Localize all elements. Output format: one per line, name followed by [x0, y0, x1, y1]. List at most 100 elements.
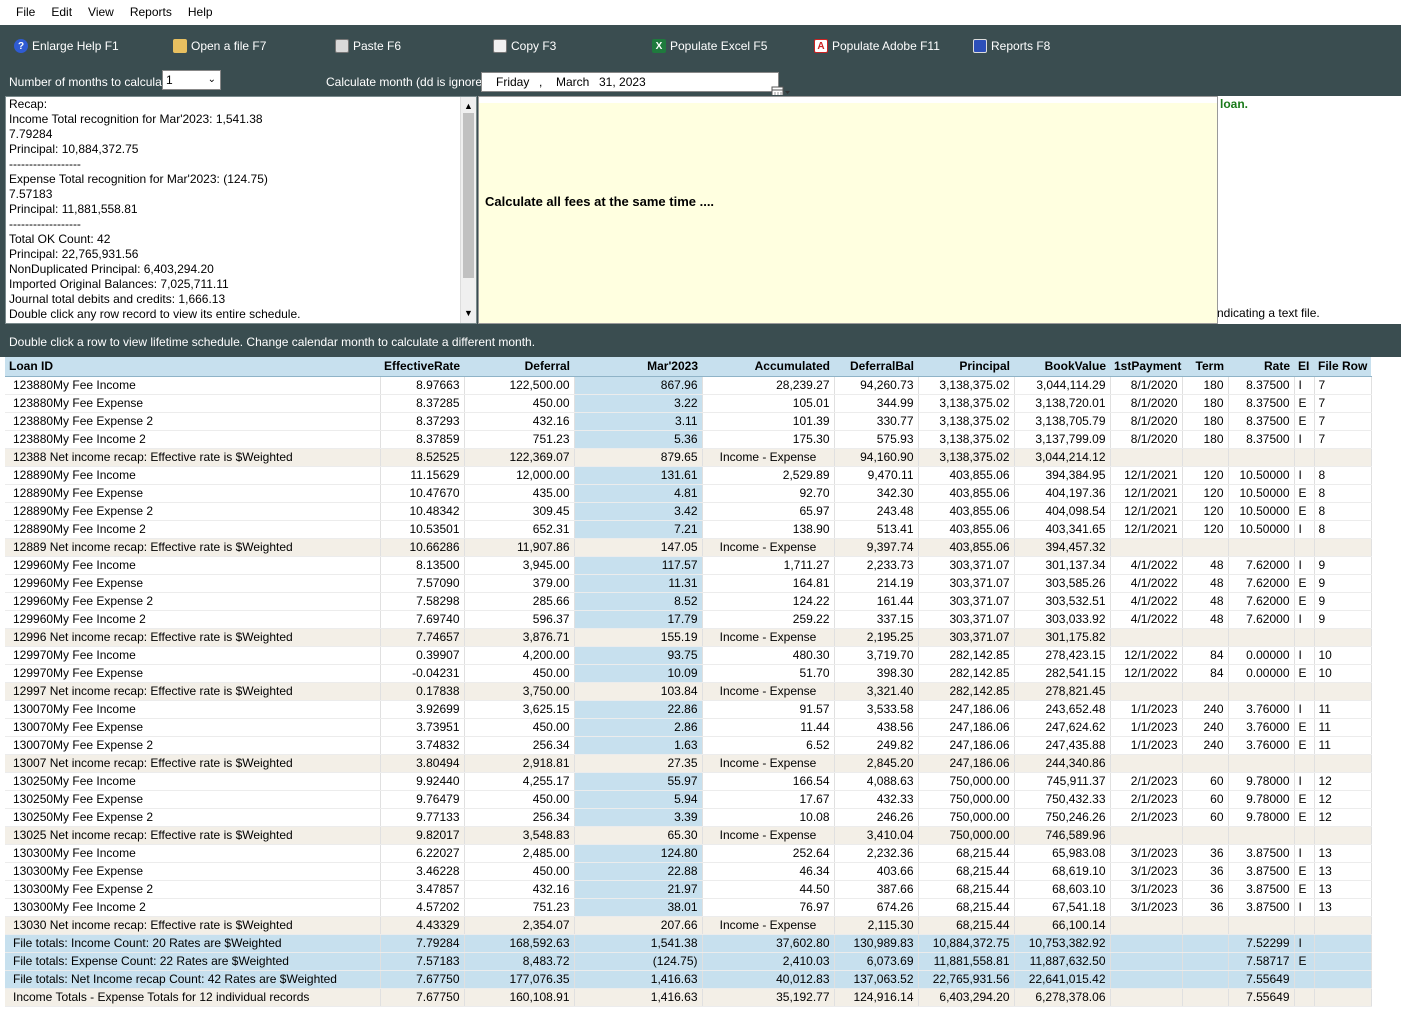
table-cell: 398.30	[834, 664, 919, 683]
table-row[interactable]: 128890My Fee Income 2 10.53501 652.31 7.21 1…	[5, 520, 1372, 539]
table-cell: E	[1294, 880, 1315, 899]
table-row[interactable]: 128890My Fee Expense 2 10.48342 309.45 3.42…	[5, 502, 1372, 521]
col-deferral-header[interactable]: Deferral	[464, 357, 574, 377]
table-row[interactable]: 128890My Fee Income 11.15629 12,000.00 131.…	[5, 466, 1372, 485]
col-deferral-bal-header[interactable]: DeferralBal	[834, 357, 918, 377]
recap-scrollbar[interactable]: ▲ ▼	[460, 97, 476, 323]
table-row[interactable]: 130300My Fee Income 2 4.57202 751.23 38.01 7…	[5, 898, 1372, 917]
table-cell: 2,845.20	[834, 754, 919, 773]
net-recap-row[interactable]: 12997 Net income recap: Effective rate i…	[5, 682, 1372, 701]
net-recap-row[interactable]: 12996 Net income recap: Effective rate i…	[5, 628, 1372, 647]
totals-row[interactable]: File totals: Expense Count: 22 Rates are…	[5, 952, 1372, 971]
col-term-header[interactable]: Term	[1182, 357, 1228, 377]
table-row[interactable]: 130070My Fee Expense 3.73951 450.00 2.86 11.…	[5, 718, 1372, 737]
table-cell: I	[1294, 772, 1315, 791]
populate-adobe-button[interactable]: A Populate Adobe F11	[814, 37, 940, 55]
enlarge-help-button[interactable]: ? Enlarge Help F1	[14, 37, 119, 55]
table-cell: 9	[1314, 556, 1372, 575]
calc-month-datepicker[interactable]: Friday , March 31, 2023	[481, 72, 790, 99]
table-cell: 9	[1314, 592, 1372, 611]
scroll-thumb[interactable]	[463, 113, 474, 278]
net-recap-row[interactable]: 13030 Net income recap: Effective rate i…	[5, 916, 1372, 935]
menu-help[interactable]: Help	[180, 0, 221, 25]
table-row[interactable]: 130300My Fee Expense 3.46228 450.00 22.88 46…	[5, 862, 1372, 881]
table-row[interactable]: 130070My Fee Expense 2 3.74832 256.34 1.63 6…	[5, 736, 1372, 755]
table-row[interactable]: 129960My Fee Income 8.13500 3,945.00 117.57…	[5, 556, 1372, 575]
col-effective-rate-header[interactable]: EffectiveRate	[380, 357, 464, 377]
table-row[interactable]: 130250My Fee Expense 9.76479 450.00 5.94 17.…	[5, 790, 1372, 809]
table-cell: 3,945.00	[464, 556, 575, 575]
table-cell: 13030 Net income recap: Effective rate i…	[5, 916, 381, 935]
col-principal-header[interactable]: Principal	[918, 357, 1014, 377]
table-cell: 9,397.74	[834, 538, 919, 557]
menu-reports[interactable]: Reports	[122, 0, 180, 25]
recap-line: Income Total recognition for Mar'2023: 1…	[9, 112, 263, 126]
table-row[interactable]: 130300My Fee Expense 2 3.47857 432.16 21.97…	[5, 880, 1372, 899]
table-row[interactable]: 123880My Fee Expense 8.37285 450.00 3.22 105…	[5, 394, 1372, 413]
open-file-button[interactable]: Open a file F7	[173, 37, 266, 55]
totals-row[interactable]: File totals: Income Count: 20 Rates are …	[5, 934, 1372, 953]
net-recap-row[interactable]: 13007 Net income recap: Effective rate i…	[5, 754, 1372, 773]
table-cell: 6.52	[702, 736, 835, 755]
col-first-payment-header[interactable]: 1stPayment	[1110, 357, 1182, 377]
scroll-down-icon[interactable]: ▼	[464, 306, 473, 321]
recap-textbox[interactable]: Recap: Income Total recognition for Mar'2…	[5, 96, 477, 324]
col-accumulated-header[interactable]: Accumulated	[702, 357, 834, 377]
table-cell: 129960My Fee Expense 2	[5, 592, 381, 611]
totals-row[interactable]: File totals: Net Income recap Count: 42 …	[5, 970, 1372, 989]
table-row[interactable]: 129960My Fee Income 2 7.69740 596.37 17.79 2…	[5, 610, 1372, 629]
col-ei-header[interactable]: EI	[1294, 357, 1314, 377]
table-cell: 3,138,375.02	[918, 394, 1015, 413]
table-cell: 249.82	[834, 736, 919, 755]
col-loan-id-header[interactable]: Loan ID	[5, 357, 380, 377]
menu-edit[interactable]: Edit	[43, 0, 80, 25]
table-cell: 7.67750	[380, 970, 465, 989]
table-row[interactable]: 129970My Fee Income 0.39907 4,200.00 93.75 4…	[5, 646, 1372, 665]
table-cell: 9.78000	[1228, 772, 1295, 791]
table-cell: 4.81	[574, 484, 703, 503]
table-cell: 36	[1182, 862, 1229, 881]
table-row[interactable]: 130300My Fee Income 6.22027 2,485.00 124.80…	[5, 844, 1372, 863]
table-cell: 3,044,214.12	[1014, 448, 1111, 467]
calendar-dropdown-icon[interactable]	[754, 75, 790, 99]
reports-button[interactable]: Reports F8	[973, 37, 1050, 55]
table-row[interactable]: 130250My Fee Income 9.92440 4,255.17 55.97 1…	[5, 772, 1372, 791]
table-cell: 12/1/2022	[1110, 646, 1183, 665]
totals-row[interactable]: Income Totals - Expense Totals for 12 in…	[5, 988, 1372, 1007]
months-select[interactable]: 1 ⌄	[162, 70, 221, 90]
table-cell: 1,416.63	[574, 988, 703, 1007]
menu-file[interactable]: File	[8, 0, 43, 25]
table-cell: 403.66	[834, 862, 919, 881]
table-cell: 252.64	[702, 844, 835, 863]
table-cell: E	[1294, 592, 1315, 611]
copy-button[interactable]: Copy F3	[493, 37, 556, 55]
table-cell: 138.90	[702, 520, 835, 539]
table-cell: File totals: Income Count: 20 Rates are …	[5, 934, 381, 953]
table-cell: 2,233.73	[834, 556, 919, 575]
table-cell	[1182, 538, 1229, 557]
table-row[interactable]: 130070My Fee Income 3.92699 3,625.15 22.86 9…	[5, 700, 1372, 719]
scroll-up-icon[interactable]: ▲	[464, 99, 473, 114]
table-row[interactable]: 129960My Fee Expense 2 7.58298 285.66 8.52 1…	[5, 592, 1372, 611]
table-cell: 7	[1314, 430, 1372, 449]
table-row[interactable]: 130250My Fee Expense 2 9.77133 256.34 3.39 1…	[5, 808, 1372, 827]
table-row[interactable]: 123880My Fee Income 2 8.37859 751.23 5.36 17…	[5, 430, 1372, 449]
col-mar2023-header[interactable]: Mar'2023	[574, 357, 702, 377]
table-row[interactable]: 129960My Fee Expense 7.57090 379.00 11.31 16…	[5, 574, 1372, 593]
net-recap-row[interactable]: 12388 Net income recap: Effective rate i…	[5, 448, 1372, 467]
table-row[interactable]: 123880My Fee Expense 2 8.37293 432.16 3.11 1…	[5, 412, 1372, 431]
col-book-value-header[interactable]: BookValue	[1014, 357, 1110, 377]
net-recap-row[interactable]: 13025 Net income recap: Effective rate i…	[5, 826, 1372, 845]
col-rate-header[interactable]: Rate	[1228, 357, 1294, 377]
table-cell: 123880My Fee Income 2	[5, 430, 381, 449]
paste-button[interactable]: Paste F6	[335, 37, 401, 55]
table-row[interactable]: 129970My Fee Expense -0.04231 450.00 10.09 5…	[5, 664, 1372, 683]
table-cell: 4/1/2022	[1110, 592, 1183, 611]
table-row[interactable]: 123880My Fee Income 8.97663 122,500.00 867.…	[5, 376, 1372, 395]
populate-excel-button[interactable]: X Populate Excel F5	[652, 37, 767, 55]
table-row[interactable]: 128890My Fee Expense 10.47670 435.00 4.81 92…	[5, 484, 1372, 503]
menu-view[interactable]: View	[80, 0, 122, 25]
col-file-row-header[interactable]: File Row	[1314, 357, 1371, 377]
calc-month-label: Calculate month (dd is ignored)	[326, 75, 493, 89]
net-recap-row[interactable]: 12889 Net income recap: Effective rate i…	[5, 538, 1372, 557]
